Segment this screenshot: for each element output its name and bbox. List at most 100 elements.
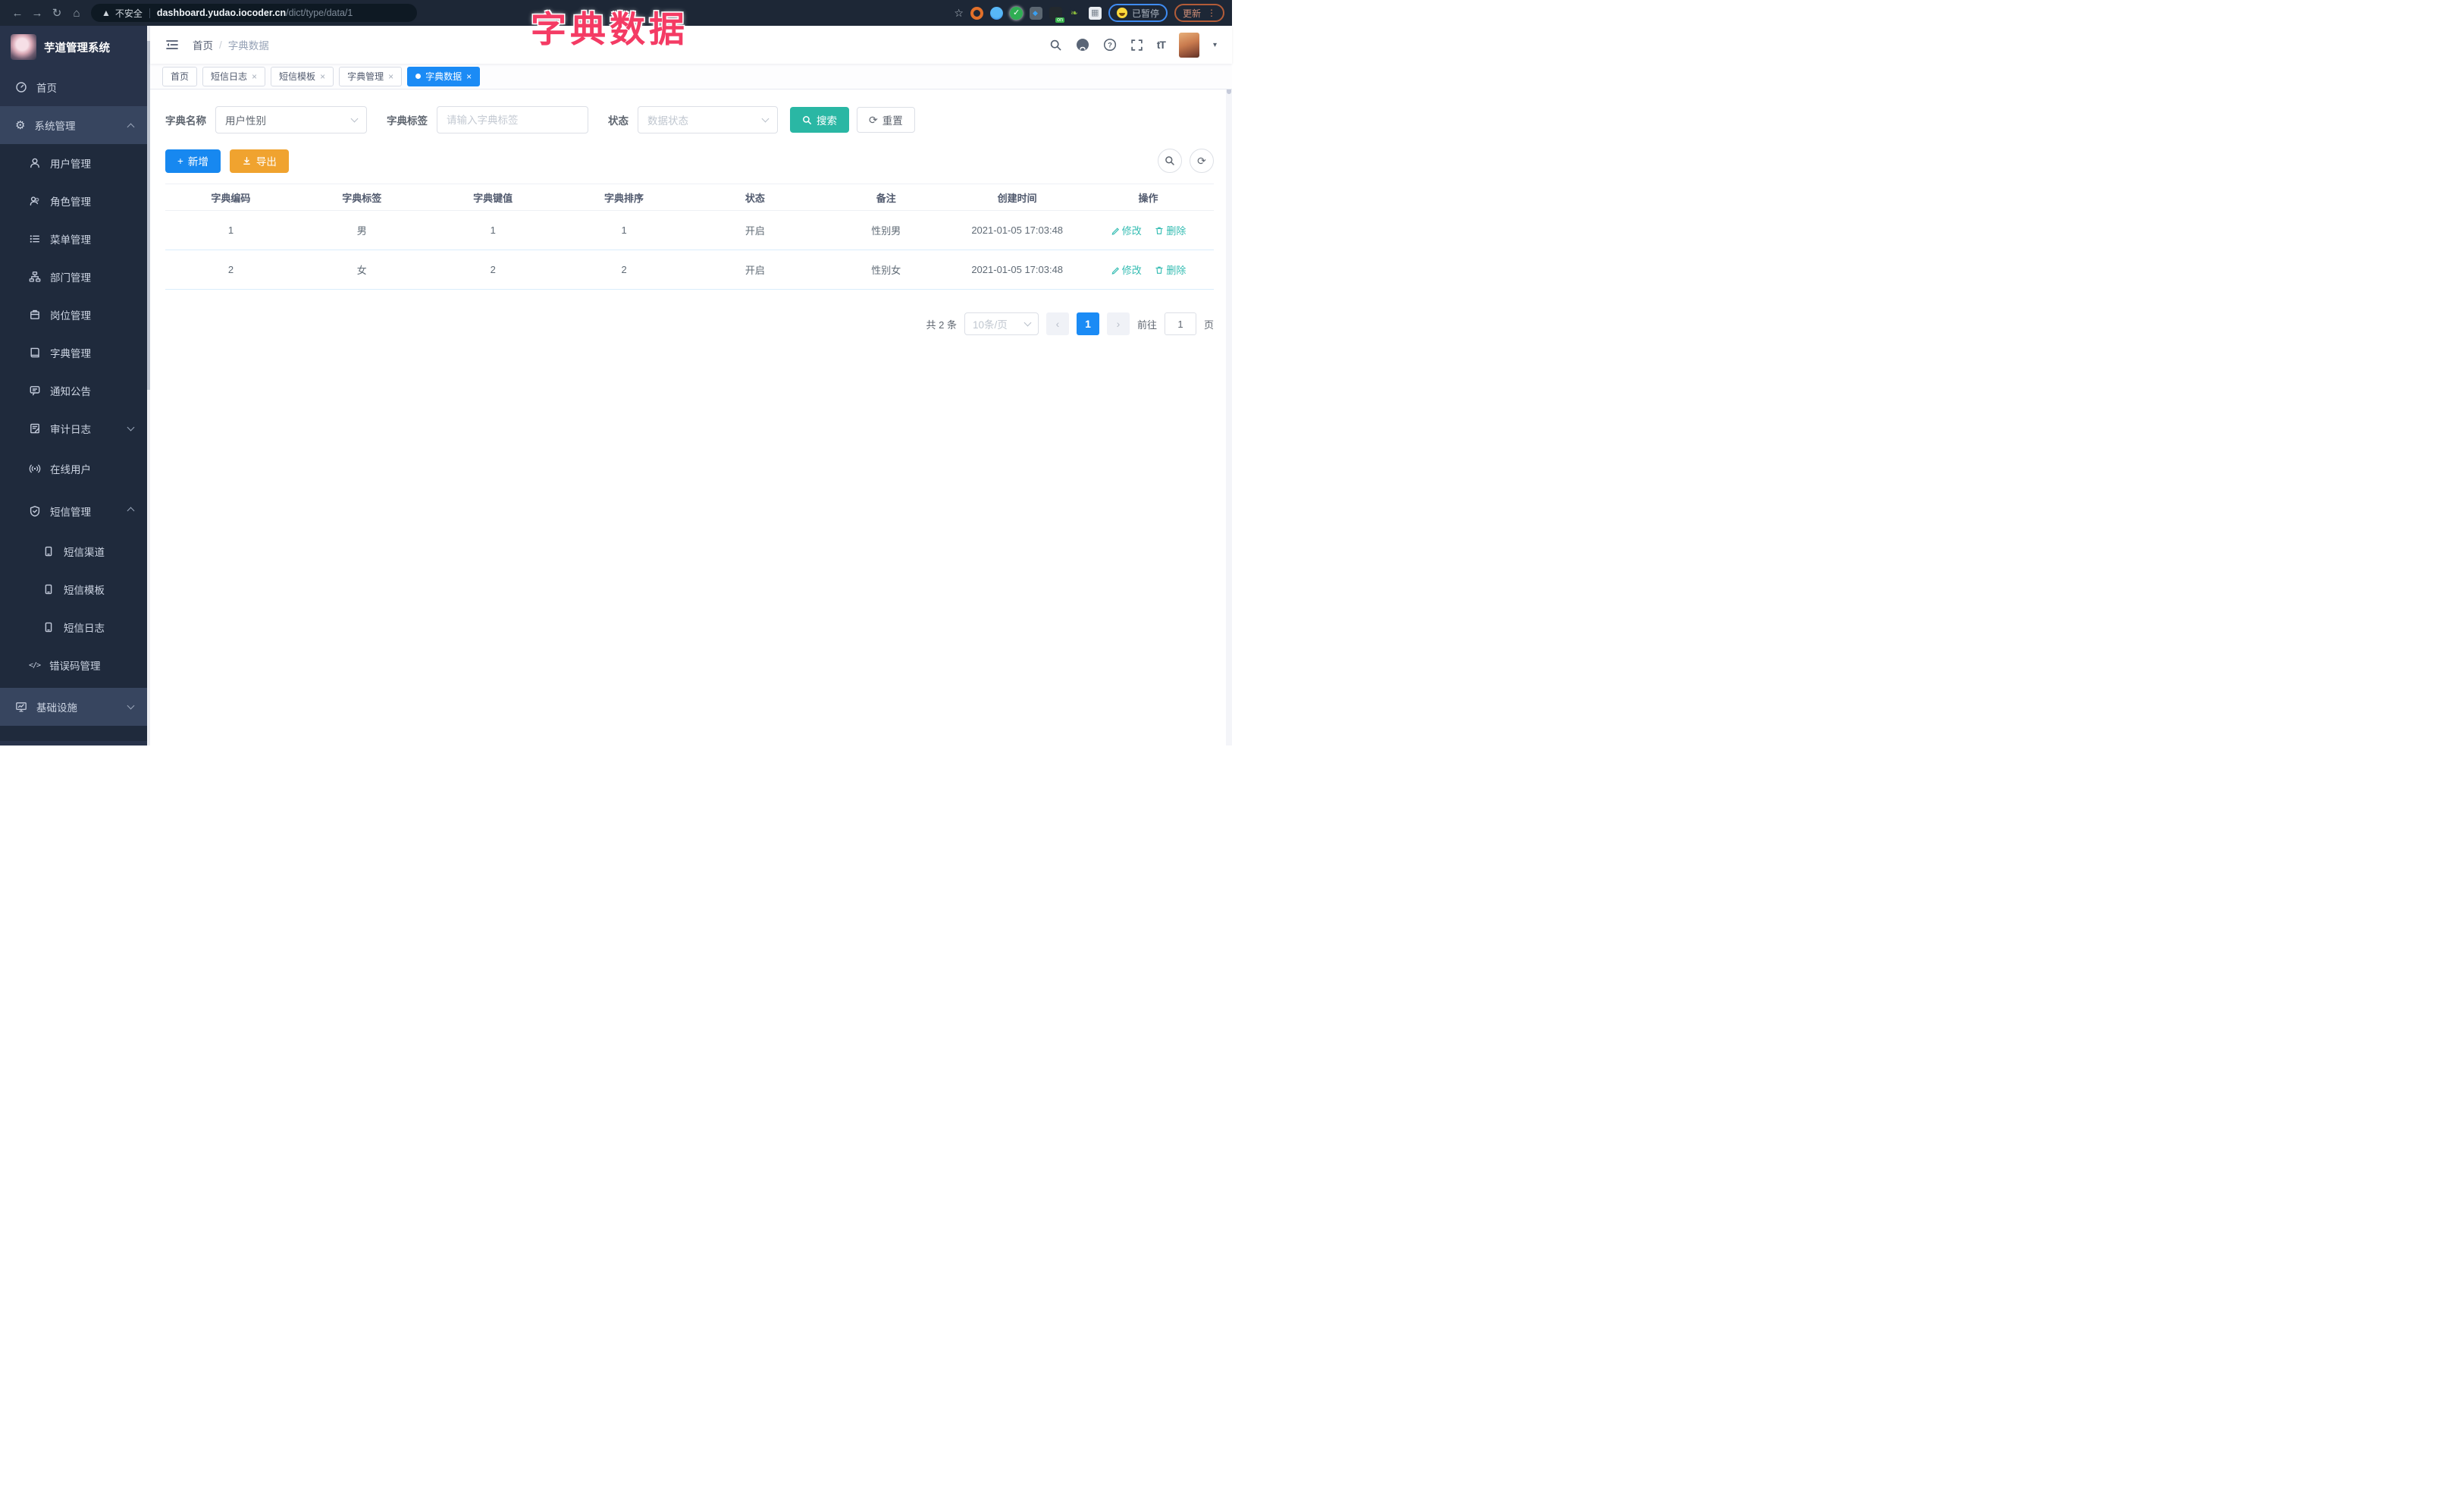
sidebar-item-notice-announcement[interactable]: 通知公告 (0, 372, 150, 410)
online-user-icon (29, 464, 41, 473)
tab-sms-log[interactable]: 短信日志 × (202, 66, 266, 86)
page-scrollbar[interactable] (1226, 26, 1232, 746)
extension-icon[interactable] (1049, 6, 1064, 23)
tab-dict-data[interactable]: 字典数据 × (407, 66, 481, 86)
warning-icon: ▲ (102, 8, 111, 18)
tab-bar: 首页 短信日志 × 短信模板 × 字典管理 × 字典数据 × (150, 64, 1232, 89)
chevron-down-icon (350, 115, 359, 122)
extension-icon[interactable] (1009, 6, 1023, 20)
font-size-icon[interactable]: tT (1157, 39, 1166, 51)
breadcrumb: 首页 / 字典数据 (193, 37, 269, 52)
search-icon[interactable] (1049, 39, 1062, 52)
goto-page-input[interactable] (1164, 312, 1196, 335)
page-size-select[interactable]: 10条/页 (964, 312, 1039, 335)
status-text: 开启 (689, 210, 821, 250)
sidebar-item-menu-management[interactable]: 菜单管理 (0, 220, 150, 258)
sidebar-item-system-management[interactable]: ⚙ 系统管理 (0, 106, 150, 144)
close-icon[interactable]: × (252, 71, 257, 82)
dict-label-input[interactable] (437, 106, 588, 133)
sidebar-item-role-management[interactable]: 角色管理 (0, 182, 150, 220)
search-button[interactable]: 搜索 (790, 107, 849, 133)
dict-name-select[interactable]: 用户性别 (215, 106, 367, 133)
sidebar-item-home[interactable]: 首页 (0, 68, 150, 106)
sidebar-item-infrastructure[interactable]: 基础设施 (0, 688, 150, 726)
back-icon[interactable]: ← (8, 7, 27, 20)
error-code-icon: </> (29, 661, 41, 670)
close-icon[interactable]: × (388, 71, 393, 82)
tab-dict-management[interactable]: 字典管理 × (339, 66, 403, 86)
bookmark-star-icon[interactable]: ☆ (954, 7, 964, 20)
chevron-down-icon (761, 115, 770, 122)
toggle-search-button[interactable] (1158, 149, 1182, 173)
export-button[interactable]: 导出 (229, 149, 289, 173)
breadcrumb-home[interactable]: 首页 (193, 37, 213, 52)
filter-form: 字典名称 用户性别 字典标签 状态 数据状态 搜索 (165, 106, 1214, 133)
fullscreen-icon[interactable] (1130, 39, 1143, 52)
prev-page-button[interactable]: ‹ (1045, 312, 1069, 335)
sidebar-item-post-management[interactable]: 岗位管理 (0, 296, 150, 334)
extensions-puzzle-icon[interactable] (1088, 6, 1102, 20)
sidebar-item-sms-management[interactable]: 短信管理 (0, 490, 150, 532)
sidebar-item-online-users[interactable]: 在线用户 (0, 447, 150, 490)
forward-icon[interactable]: → (27, 7, 47, 20)
caret-down-icon[interactable]: ▾ (1213, 41, 1217, 49)
close-icon[interactable]: × (320, 71, 325, 82)
sidebar-item-error-code-management[interactable]: </> 错误码管理 (0, 646, 150, 684)
dict-name-label: 字典名称 (165, 115, 206, 127)
sidebar-item-sms-channel[interactable]: 短信渠道 (0, 532, 150, 570)
top-navbar: 首页 / 字典数据 ? tT ▾ (150, 26, 1232, 64)
user-avatar[interactable] (1178, 32, 1199, 58)
user-icon (30, 158, 39, 168)
home-icon[interactable]: ⌂ (67, 7, 86, 20)
paused-badge[interactable]: 已暂停 (1108, 4, 1168, 22)
column-header: 字典标签 (296, 184, 428, 211)
edit-icon (1111, 266, 1119, 275)
sidebar-fold-icon[interactable] (165, 39, 179, 51)
tab-home[interactable]: 首页 (162, 66, 198, 86)
column-header: 字典排序 (558, 184, 690, 211)
update-button[interactable]: 更新 ⋮ (1174, 4, 1224, 22)
add-button[interactable]: + 新增 (165, 149, 221, 173)
refresh-table-button[interactable]: ⟳ (1190, 149, 1214, 173)
sidebar: 芋道管理系统 首页 ⚙ 系统管理 用户管理 角色管理 菜单管理 部门管理 岗位管… (0, 26, 150, 746)
reset-button[interactable]: ⟳ 重置 (857, 107, 915, 133)
audit-log-icon (30, 423, 39, 434)
page-number-button[interactable]: 1 (1076, 312, 1099, 335)
column-header: 字典键值 (427, 184, 559, 211)
sidebar-item-user-management[interactable]: 用户管理 (0, 144, 150, 182)
sms-channel-icon (45, 546, 52, 557)
chevron-up-icon (127, 123, 135, 131)
dictionary-icon (30, 347, 39, 358)
address-bar[interactable]: ▲ 不安全 dashboard.yudao.iocoder.cn /dict/t… (91, 4, 417, 22)
sidebar-item-sms-template[interactable]: 短信模板 (0, 570, 150, 608)
refresh-icon: ⟳ (1197, 155, 1206, 167)
extension-icon[interactable] (1029, 6, 1042, 20)
column-header: 状态 (689, 184, 821, 211)
trash-icon (1155, 227, 1164, 234)
sidebar-item-dict-management[interactable]: 字典管理 (0, 334, 150, 372)
sidebar-item-department-management[interactable]: 部门管理 (0, 258, 150, 296)
status-select[interactable]: 数据状态 (638, 106, 778, 133)
infrastructure-icon (16, 702, 27, 712)
close-icon[interactable]: × (466, 71, 472, 82)
reload-icon[interactable]: ↻ (47, 6, 67, 20)
github-icon[interactable] (1076, 38, 1089, 52)
sidebar-item-sms-log[interactable]: 短信日志 (0, 608, 150, 646)
column-header: 创建时间 (951, 184, 1083, 211)
dict-data-table: 字典编码 字典标签 字典键值 字典排序 状态 备注 创建时间 操作 1 男 1 (165, 184, 1214, 290)
extension-icon[interactable] (989, 6, 1003, 20)
next-page-button[interactable]: › (1106, 312, 1130, 335)
menu-dots-icon[interactable]: ⋮ (1207, 8, 1216, 18)
edit-link[interactable]: 修改 (1111, 223, 1142, 237)
app-logo-row[interactable]: 芋道管理系统 (0, 26, 150, 68)
roles-icon (30, 196, 39, 206)
tab-sms-template[interactable]: 短信模板 × (271, 66, 334, 86)
sms-log-icon (45, 622, 52, 632)
help-icon[interactable]: ? (1103, 38, 1117, 52)
sidebar-item-audit-log[interactable]: 审计日志 (0, 410, 150, 447)
delete-link[interactable]: 删除 (1155, 262, 1186, 277)
edit-link[interactable]: 修改 (1111, 262, 1142, 277)
delete-link[interactable]: 删除 (1155, 223, 1186, 237)
extension-icon[interactable] (970, 6, 983, 20)
extension-icon[interactable] (1068, 6, 1082, 20)
